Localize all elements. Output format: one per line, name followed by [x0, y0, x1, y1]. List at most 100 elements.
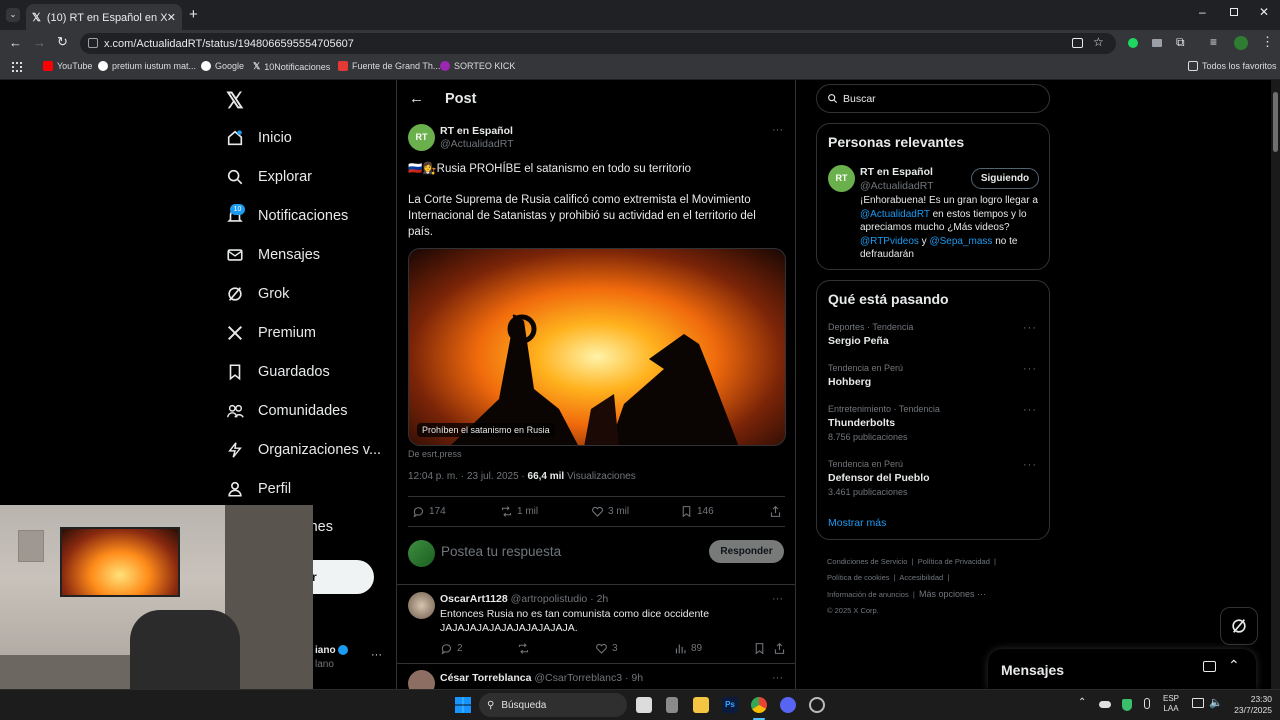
windows-start-icon[interactable] [455, 697, 471, 713]
browser-tab[interactable]: 𝕏 (10) RT en Español en X: "🇷🇺👩‍⚖️Rusia … [26, 4, 182, 30]
chrome-icon[interactable] [751, 697, 767, 713]
reload-icon[interactable]: ↻ [57, 34, 68, 50]
footer-link[interactable]: Más opciones ··· [919, 589, 986, 599]
onedrive-icon[interactable] [1099, 701, 1111, 708]
new-tab-icon[interactable]: + [189, 6, 198, 23]
reply1-reply-action[interactable]: 2 [440, 642, 463, 655]
language-indicator[interactable]: ESP LAA [1163, 694, 1179, 714]
apps-grid-icon[interactable] [12, 62, 22, 72]
reply1-share-action[interactable] [773, 642, 786, 655]
messages-drawer[interactable]: Mensajes ⌃ [988, 649, 1256, 689]
back-arrow-icon[interactable]: ← [409, 90, 424, 107]
reply1-views-action[interactable]: 89 [674, 642, 702, 655]
post-more-icon[interactable]: ··· [772, 124, 783, 136]
reply-avatar[interactable] [408, 670, 435, 689]
account-menu-icon[interactable]: ··· [371, 649, 382, 661]
trend-more-icon[interactable]: ··· [1023, 459, 1037, 471]
nav-messages[interactable]: Mensajes [226, 246, 320, 264]
scrollbar-thumb[interactable] [1273, 92, 1278, 152]
reply1-bookmark-action[interactable] [753, 642, 766, 655]
nav-profile[interactable]: Perfil [226, 480, 291, 498]
repost-action[interactable]: 1 mil [500, 505, 538, 518]
taskbar-search[interactable]: ⚲ Búsqueda [479, 693, 627, 717]
forward-icon[interactable]: → [33, 35, 46, 50]
bookmark-pretium[interactable]: pretium iustum mat... [98, 61, 196, 71]
tab-search-button[interactable]: ⌄ [6, 8, 20, 22]
restore-icon[interactable] [1230, 8, 1238, 16]
bookmark-grand-theft[interactable]: Fuente de Grand Th... [338, 61, 440, 71]
minimize-icon[interactable]: – [1199, 5, 1206, 19]
trend-more-icon[interactable]: ··· [1023, 404, 1037, 416]
author-handle[interactable]: @ActualidadRT [440, 138, 514, 150]
trend-item[interactable]: Entretenimiento · Tendencia Thunderbolts 8… [828, 404, 940, 442]
site-info-icon[interactable] [88, 38, 98, 48]
trend-more-icon[interactable]: ··· [1023, 322, 1037, 334]
discord-icon[interactable] [780, 697, 796, 713]
like-action[interactable]: 3 mil [591, 505, 629, 518]
extension-card-icon[interactable] [1152, 39, 1162, 47]
volume-icon[interactable]: 🔈 [1209, 696, 1223, 709]
grok-floating-button[interactable] [1220, 607, 1258, 645]
trend-item[interactable]: Tendencia en Perú Defensor del Pueblo 3.46… [828, 459, 930, 497]
share-action[interactable] [769, 505, 782, 518]
x-logo-icon[interactable]: 𝕏 [226, 88, 244, 114]
footer-link[interactable]: Accesibilidad [899, 573, 943, 582]
app-icon[interactable] [666, 697, 678, 713]
relevant-avatar[interactable]: RT [828, 165, 855, 192]
bookmark-notificaciones[interactable]: 𝕏 10Notificaciones [253, 61, 330, 72]
all-bookmarks[interactable]: Todos los favoritos [1188, 61, 1277, 71]
reply-more-icon[interactable]: ··· [772, 672, 783, 684]
install-icon[interactable] [1072, 38, 1083, 48]
reply-author-row[interactable]: César Torreblanca @CsarTorreblanc3 · 9h [440, 672, 643, 684]
task-view-icon[interactable] [636, 697, 652, 713]
footer-link[interactable]: Política de cookies [827, 573, 890, 582]
close-tab-icon[interactable]: ✕ [167, 11, 176, 24]
nav-home[interactable]: Inicio [226, 129, 292, 147]
url-bar[interactable]: x.com/ActualidadRT/status/19480665955547… [80, 33, 1116, 54]
clock[interactable]: 23:30 23/7/2025 [1228, 694, 1272, 716]
trend-item[interactable]: Tendencia en Perú Hohberg [828, 363, 903, 388]
relevant-name[interactable]: RT en Español [860, 166, 933, 178]
file-explorer-icon[interactable] [693, 697, 709, 713]
trend-item[interactable]: Deportes · Tendencia Sergio Peña [828, 322, 913, 347]
tray-chevron-icon[interactable]: ⌃ [1078, 697, 1086, 708]
bookmark-sorteo[interactable]: SORTEO KICK [440, 61, 515, 71]
star-icon[interactable]: ☆ [1093, 35, 1104, 49]
close-window-icon[interactable]: ✕ [1259, 5, 1269, 19]
extension-green-icon[interactable] [1128, 38, 1138, 48]
nav-communities[interactable]: Comunidades [226, 402, 347, 420]
image-source[interactable]: De esrt.press [408, 449, 462, 459]
reply-avatar[interactable] [408, 592, 435, 619]
bookmark-action[interactable]: 146 [680, 505, 714, 518]
bookmark-youtube[interactable]: YouTube [43, 61, 92, 71]
reply-action[interactable]: 174 [412, 505, 446, 518]
photoshop-icon[interactable]: Ps [722, 697, 738, 713]
media-icon[interactable]: ≡ [1210, 35, 1217, 49]
reply1-repost-action[interactable] [517, 642, 530, 655]
reply-more-icon[interactable]: ··· [772, 593, 783, 605]
footer-link[interactable]: Información de anuncios [827, 590, 909, 599]
nav-grok[interactable]: Grok [226, 285, 289, 303]
relevant-handle[interactable]: @ActualidadRT [860, 180, 934, 192]
menu-icon[interactable]: ⋮ [1261, 34, 1274, 50]
my-avatar[interactable] [408, 540, 435, 567]
reply-author-row[interactable]: OscarArt1128 @artropolistudio · 2h [440, 593, 608, 605]
reply-button[interactable]: Responder [709, 540, 784, 563]
profile-avatar-icon[interactable] [1234, 36, 1248, 50]
microphone-icon[interactable] [1144, 698, 1150, 709]
author-name[interactable]: RT en Español [440, 125, 513, 137]
show-more-link[interactable]: Mostrar más [828, 517, 886, 529]
new-message-icon[interactable] [1203, 661, 1216, 672]
bookmark-google[interactable]: Google [201, 61, 244, 71]
post-image[interactable]: Prohíben el satanismo en Rusia [408, 248, 786, 446]
bio-mention-sepa-mass[interactable]: @Sepa_mass [929, 236, 992, 247]
account-name[interactable]: iano [315, 645, 349, 656]
footer-link[interactable]: Política de Privacidad [918, 557, 990, 566]
network-icon[interactable] [1192, 698, 1204, 708]
reply1-like-action[interactable]: 3 [595, 642, 618, 655]
shield-icon[interactable] [1122, 699, 1132, 711]
search-input[interactable]: Buscar [816, 84, 1050, 113]
following-button[interactable]: Siguiendo [971, 168, 1039, 189]
nav-premium[interactable]: Premium [226, 324, 316, 342]
app-icon[interactable] [809, 697, 825, 713]
